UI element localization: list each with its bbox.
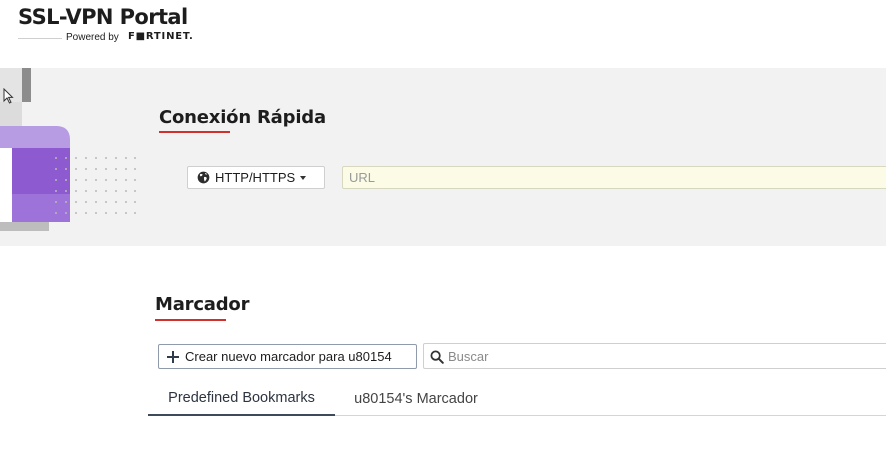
quick-connect-section bbox=[0, 68, 886, 246]
new-bookmark-button[interactable]: Crear nuevo marcador para u80154 bbox=[158, 344, 417, 369]
quick-connect-title-underline bbox=[159, 131, 230, 133]
url-input[interactable] bbox=[342, 166, 886, 189]
new-bookmark-label: Crear nuevo marcador para u80154 bbox=[185, 349, 392, 364]
cursor-icon bbox=[3, 88, 14, 104]
tab-user-bookmarks[interactable]: u80154's Marcador bbox=[338, 382, 494, 416]
tab-predefined-bookmarks[interactable]: Predefined Bookmarks bbox=[148, 382, 335, 416]
powered-by-label: Powered by bbox=[66, 32, 119, 43]
portal-header: SSL-VPN Portal Powered by F■RTINET. bbox=[0, 0, 886, 68]
fortinet-logo: F■RTINET. bbox=[128, 31, 194, 42]
bookmarks-title: Marcador bbox=[155, 294, 250, 315]
bookmark-tabs: Predefined Bookmarks u80154's Marcador bbox=[148, 382, 886, 416]
app-title: SSL-VPN Portal bbox=[18, 5, 188, 29]
globe-icon bbox=[197, 171, 210, 184]
protocol-value: HTTP/HTTPS bbox=[215, 170, 296, 185]
protocol-dropdown[interactable]: HTTP/HTTPS bbox=[187, 166, 325, 189]
search-input[interactable] bbox=[448, 346, 878, 366]
bookmark-search[interactable] bbox=[423, 343, 886, 369]
decorative-illustration bbox=[0, 68, 136, 231]
search-icon bbox=[430, 350, 444, 364]
caret-down-icon bbox=[300, 175, 307, 180]
plus-icon bbox=[167, 350, 179, 363]
header-divider bbox=[18, 38, 62, 39]
quick-connect-title: Conexión Rápida bbox=[159, 107, 326, 128]
bookmarks-title-underline bbox=[155, 319, 226, 321]
